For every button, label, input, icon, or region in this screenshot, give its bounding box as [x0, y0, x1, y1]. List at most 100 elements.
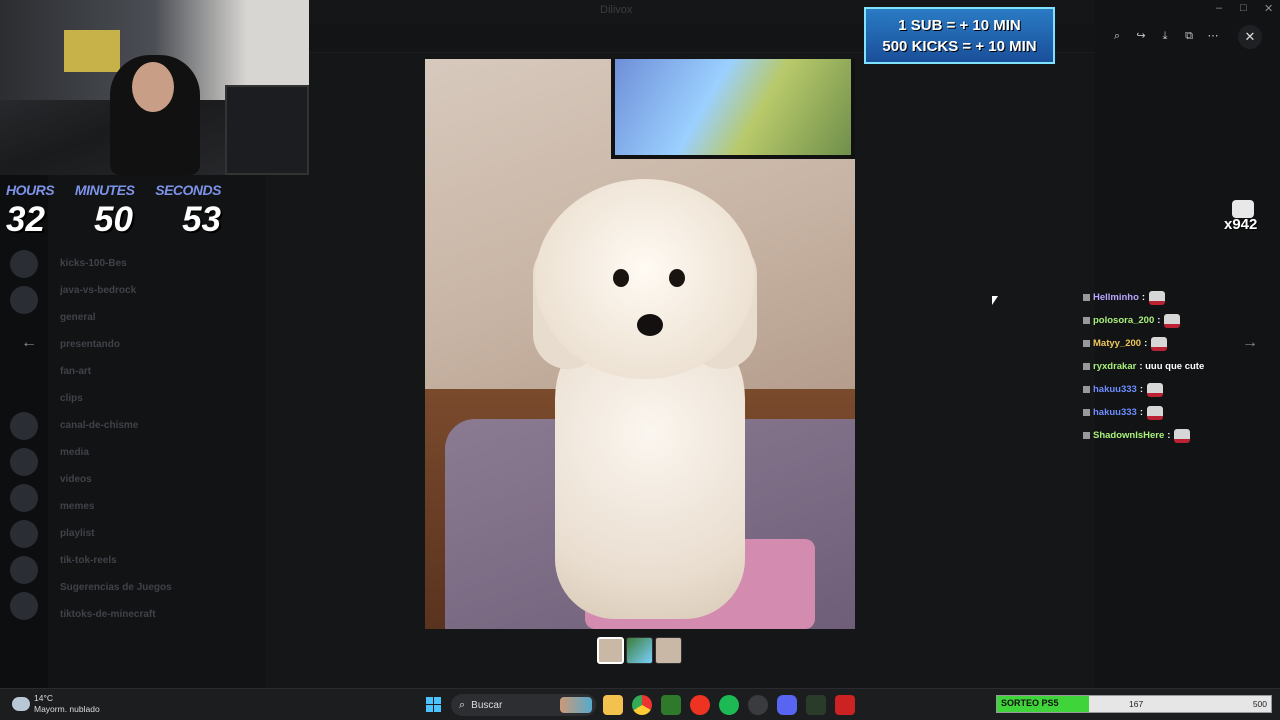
chat-badge-icon: [1083, 409, 1090, 416]
window-title: Dilivox: [600, 4, 633, 16]
chat-badge-icon: [1083, 340, 1090, 347]
search-icon: ⌕: [459, 698, 466, 711]
timer-seconds-label: SECONDS: [155, 182, 221, 198]
streamer-webcam: [0, 0, 309, 175]
file-explorer-icon[interactable]: [603, 695, 623, 715]
viewer-close-button[interactable]: ✕: [1238, 25, 1262, 49]
maximize-button[interactable]: □: [1240, 2, 1247, 14]
thumbnail-dog-2[interactable]: [655, 637, 682, 664]
subathon-timer: HOURS MINUTES SECONDS 32 50 53: [6, 182, 221, 240]
chat-message: hakuu333:: [1083, 378, 1263, 401]
windows-start-icon[interactable]: [426, 697, 441, 712]
desktop-screen: kicks-100-Bes java-vs-bedrock general prese…: [0, 0, 1280, 720]
server-icon: [10, 250, 38, 278]
chat-message: ShadownIsHere:: [1083, 424, 1263, 447]
timer-minutes-value: 50: [94, 200, 133, 239]
chat-username: polosora_200: [1093, 315, 1155, 326]
sub-goal-line-2: 500 KICKS = + 10 MIN: [882, 38, 1037, 55]
background-channel-item: presentando: [60, 339, 121, 350]
video-app-icon[interactable]: [835, 695, 855, 715]
weather-widget[interactable]: 14°C Mayorm. nublado: [12, 693, 100, 715]
webcam-poster: [64, 30, 120, 72]
chat-badge-icon: [1083, 386, 1090, 393]
more-icon[interactable]: ⋯: [1204, 27, 1222, 45]
chat-emote-icon: [1147, 382, 1163, 397]
chrome-icon[interactable]: [632, 695, 652, 715]
background-channel-item: media: [60, 447, 89, 458]
dog-eye: [613, 269, 629, 287]
dog-head: [535, 179, 755, 379]
chat-username: hakuu333: [1093, 407, 1137, 418]
spotify-icon[interactable]: [719, 695, 739, 715]
mouse-cursor-icon: [992, 296, 998, 305]
background-channel-item: memes: [60, 501, 95, 512]
viewer-toolbar: ⌕ ↪ ⤓ ⧉ ⋯: [1108, 27, 1222, 45]
webcam-monitor: [225, 85, 309, 175]
minimize-button[interactable]: –: [1216, 2, 1222, 14]
server-icon: [10, 484, 38, 512]
kick-counter-badge: x942: [1222, 198, 1270, 236]
forward-icon[interactable]: ↪: [1132, 27, 1150, 45]
chat-text: :: [1139, 407, 1143, 418]
chat-message: polosora_200:: [1083, 309, 1263, 332]
chat-text: :: [1141, 292, 1146, 303]
chat-message: Hellminho:: [1083, 286, 1263, 309]
chat-badge-icon: [1083, 294, 1090, 301]
window-close-button[interactable]: ✕: [1264, 2, 1273, 15]
sorteo-progress-bar: SORTEO PS5 167 500: [996, 695, 1272, 713]
server-icon: [10, 448, 38, 476]
background-channel-item: canal-de-chisme: [60, 420, 139, 431]
chat-username: Matyy_200: [1093, 338, 1142, 349]
thumbnail-game[interactable]: [626, 637, 653, 664]
prev-image-button[interactable]: ←: [17, 331, 41, 355]
background-channel-item: kicks-100-Bes: [60, 258, 127, 269]
webcam-face: [132, 62, 174, 112]
download-icon[interactable]: ⤓: [1156, 27, 1174, 45]
cloud-icon: [12, 697, 30, 711]
background-channel-item: videos: [60, 474, 92, 485]
sorteo-max: 500: [1252, 699, 1267, 709]
chat-text: :: [1139, 384, 1143, 395]
background-channel-item: java-vs-bedrock: [60, 285, 137, 296]
chat-badge-icon: [1083, 432, 1090, 439]
weather-desc: Mayorm. nublado: [34, 704, 100, 714]
opera-icon[interactable]: [690, 695, 710, 715]
thumbnail-dog-1[interactable]: [597, 637, 624, 664]
sorteo-label: SORTEO PS5: [1001, 698, 1059, 708]
server-icon: [10, 412, 38, 440]
dog-nose: [637, 314, 663, 336]
timer-hours-label: HOURS: [6, 182, 55, 198]
windows-taskbar: 14°C Mayorm. nublado ⌕ Buscar SORTEO PS5…: [0, 688, 1280, 720]
background-channel-item: playlist: [60, 528, 95, 539]
taskbar-search-box[interactable]: ⌕ Buscar: [451, 694, 596, 716]
open-external-icon[interactable]: ⧉: [1180, 27, 1198, 45]
background-channel-item: general: [60, 312, 96, 323]
sub-goal-box: 1 SUB = + 10 MIN 500 KICKS = + 10 MIN: [864, 7, 1055, 64]
timer-seconds-value: 53: [182, 200, 221, 239]
server-icon: [10, 520, 38, 548]
timer-hours-value: 32: [6, 200, 45, 239]
discord-icon[interactable]: [777, 695, 797, 715]
background-channel-item: tik-tok-reels: [60, 555, 117, 566]
chat-emote-icon: [1174, 428, 1191, 443]
app-icon[interactable]: [806, 695, 826, 715]
sub-goal-line-1: 1 SUB = + 10 MIN: [898, 17, 1021, 34]
chat-badge-icon: [1083, 363, 1090, 370]
search-highlight-image: [560, 697, 592, 713]
stream-chat-overlay: Hellminho: polosora_200: Matyy_200: ryxdrak…: [1083, 286, 1263, 447]
chat-text: :: [1157, 315, 1161, 326]
steam-icon[interactable]: [748, 695, 768, 715]
background-channel-item: clips: [60, 393, 83, 404]
zoom-icon[interactable]: ⌕: [1108, 27, 1126, 45]
search-placeholder: Buscar: [471, 699, 503, 711]
minecraft-icon[interactable]: [661, 695, 681, 715]
kick-count: x942: [1224, 216, 1258, 233]
chat-text: :: [1144, 338, 1148, 349]
chat-emote-icon: [1164, 313, 1181, 328]
chat-username: ShadownIsHere: [1093, 430, 1165, 441]
viewer-image-dog-photo: [425, 59, 855, 629]
server-icon: [10, 286, 38, 314]
background-channel-item: tiktoks-de-minecraft: [60, 609, 156, 620]
thumbnail-strip: [597, 637, 682, 665]
background-channel-item: fan-art: [60, 366, 92, 377]
